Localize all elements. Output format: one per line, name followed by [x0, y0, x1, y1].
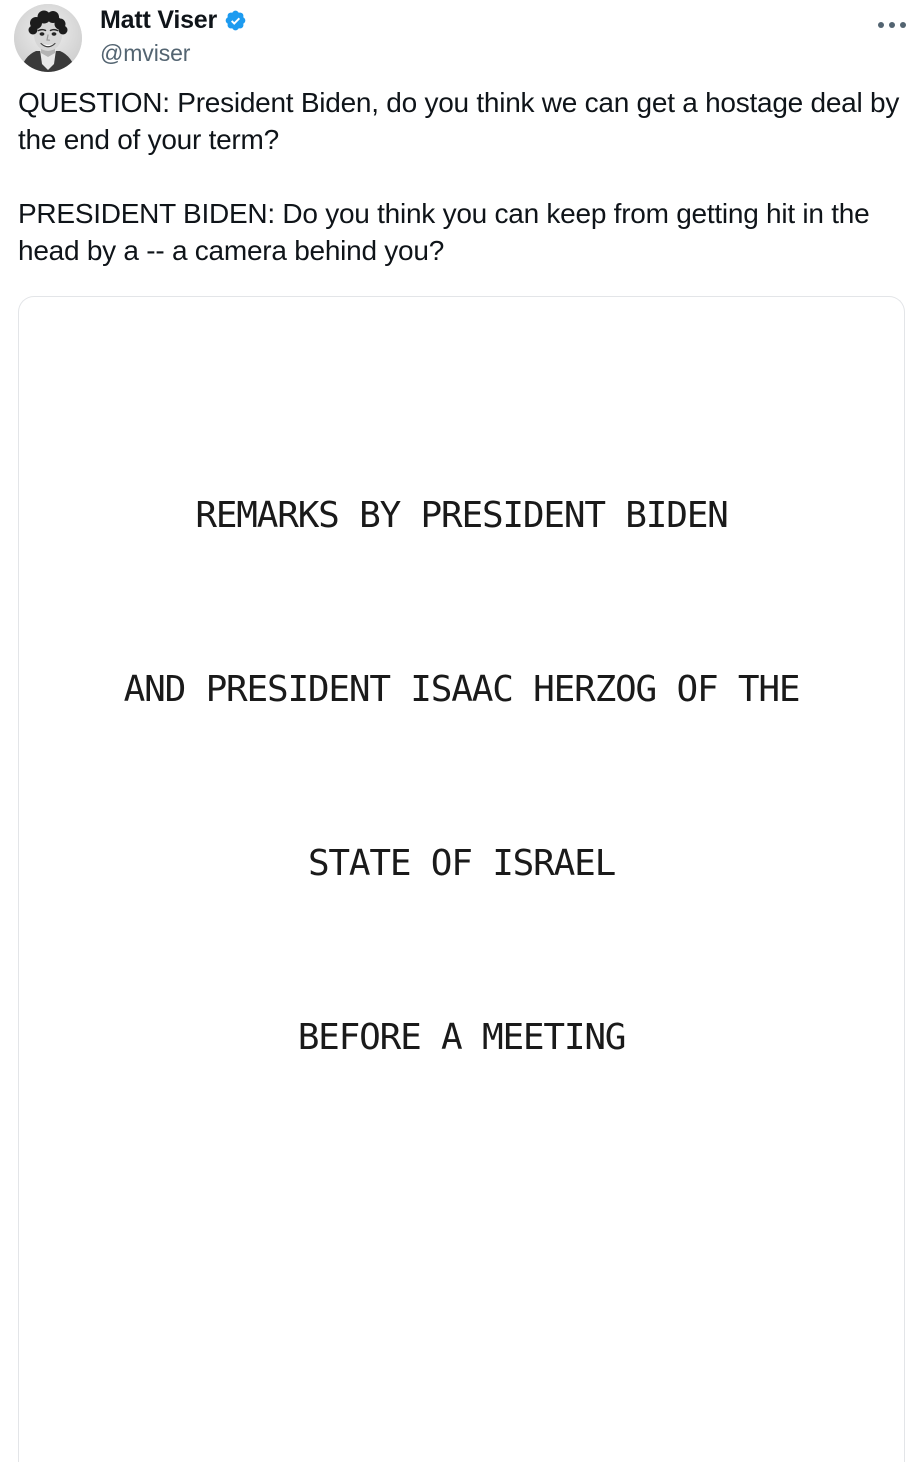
display-name-row[interactable]: Matt Viser [100, 5, 247, 35]
more-dot [900, 22, 906, 28]
more-options-icon[interactable] [870, 10, 914, 40]
verified-badge-icon [224, 9, 247, 32]
document-title-line-4: BEFORE A MEETING [297, 1017, 627, 1058]
tweet-paragraph-1: QUESTION: President Biden, do you think … [18, 87, 900, 155]
tweet-container: Matt Viser @mviser QUESTION: President B… [0, 0, 922, 1462]
more-dot [889, 22, 895, 28]
document-title-line-3: STATE OF ISRAEL [307, 843, 616, 884]
quoted-document-card[interactable]: REMARKS BY PRESIDENT BIDEN AND PRESIDENT… [18, 296, 905, 1462]
tweet-text: QUESTION: President Biden, do you think … [0, 76, 922, 269]
account-identity: Matt Viser @mviser [100, 4, 247, 68]
tweet-paragraph-2: PRESIDENT BIDEN: Do you think you can ke… [18, 198, 870, 266]
document-title-line-1: REMARKS BY PRESIDENT BIDEN [195, 495, 729, 536]
document-title-line-2: AND PRESIDENT ISAAC HERZOG OF THE [123, 669, 801, 710]
more-dot [878, 22, 884, 28]
document-transcript: REMARKS BY PRESIDENT BIDEN AND PRESIDENT… [19, 297, 904, 1462]
avatar[interactable] [14, 4, 82, 72]
document-blank-line [19, 1241, 904, 1299]
account-handle[interactable]: @mviser [100, 38, 247, 68]
tweet-header: Matt Viser @mviser [0, 0, 922, 76]
display-name: Matt Viser [100, 6, 218, 34]
